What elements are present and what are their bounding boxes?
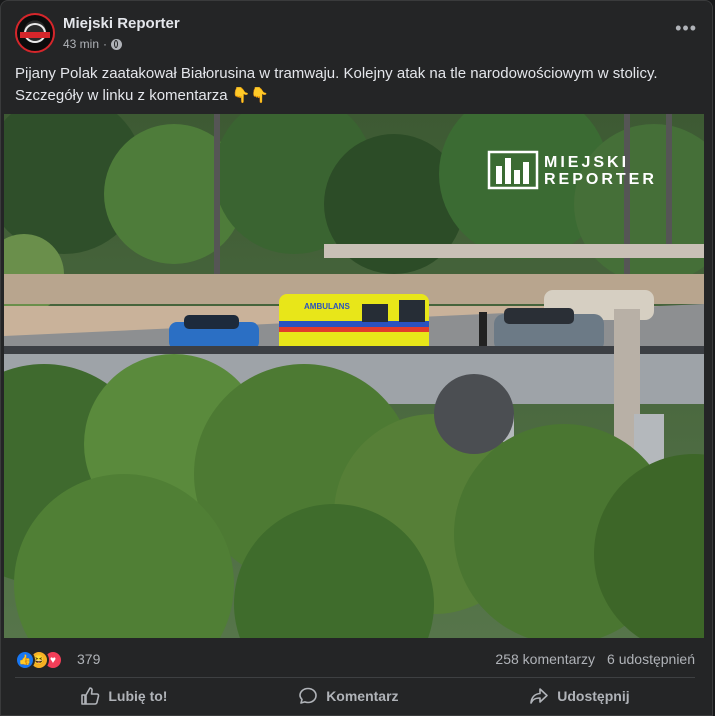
watermark-text: MIEJSKI REPORTER: [544, 154, 657, 188]
more-options-icon[interactable]: •••: [675, 19, 697, 37]
post-meta: 43 min ·: [63, 37, 123, 51]
share-arrow-icon: [530, 688, 549, 704]
ambulance-label: AMBULANS: [304, 302, 350, 311]
watermark-line-1: MIEJSKI: [544, 154, 630, 171]
comment-button[interactable]: Komentarz: [278, 680, 418, 712]
caption-line-1: Pijany Polak zaatakował Białorusina w tr…: [15, 65, 658, 82]
post-time[interactable]: 43 min: [63, 37, 99, 51]
share-button[interactable]: Udostępnij: [509, 680, 649, 712]
globe-icon: [111, 38, 123, 50]
like-button[interactable]: Lubię to!: [60, 680, 187, 712]
post-header: Miejski Reporter 43 min · •••: [15, 13, 705, 57]
comments-count[interactable]: 258 komentarzy: [495, 651, 595, 667]
reaction-count[interactable]: 379: [77, 651, 100, 667]
thumbs-up-icon: [81, 687, 100, 705]
page-name-link[interactable]: Miejski Reporter: [63, 15, 180, 32]
comment-button-label: Komentarz: [326, 688, 399, 704]
shares-count[interactable]: 6 udostępnień: [607, 651, 695, 667]
photo-scene: [4, 114, 704, 638]
like-button-label: Lubię to!: [108, 688, 168, 704]
watermark-line-2: REPORTER: [544, 171, 657, 188]
page-avatar[interactable]: [15, 13, 55, 53]
share-button-label: Udostępnij: [557, 688, 630, 704]
post-card: Miejski Reporter 43 min · ••• Pijany Pol…: [0, 0, 713, 716]
post-photo[interactable]: MIEJSKI REPORTER AMBULANS: [4, 114, 704, 638]
post-stats: 258 komentarzy 6 udostępnień: [495, 651, 695, 667]
reactions-row: 👍 😆 ♥ 379 258 komentarzy 6 udostępnień: [15, 649, 695, 670]
like-icon[interactable]: 👍: [15, 650, 35, 670]
comment-bubble-icon: [299, 687, 317, 704]
avatar-logo-band: [20, 32, 50, 38]
action-bar: Lubię to! Komentarz Udostępnij: [15, 677, 695, 714]
caption-line-2: Szczegóły w linku z komentarza 👇👇: [15, 87, 270, 104]
post-caption: Pijany Polak zaatakował Białorusina w tr…: [15, 63, 695, 107]
meta-separator: ·: [103, 37, 108, 51]
